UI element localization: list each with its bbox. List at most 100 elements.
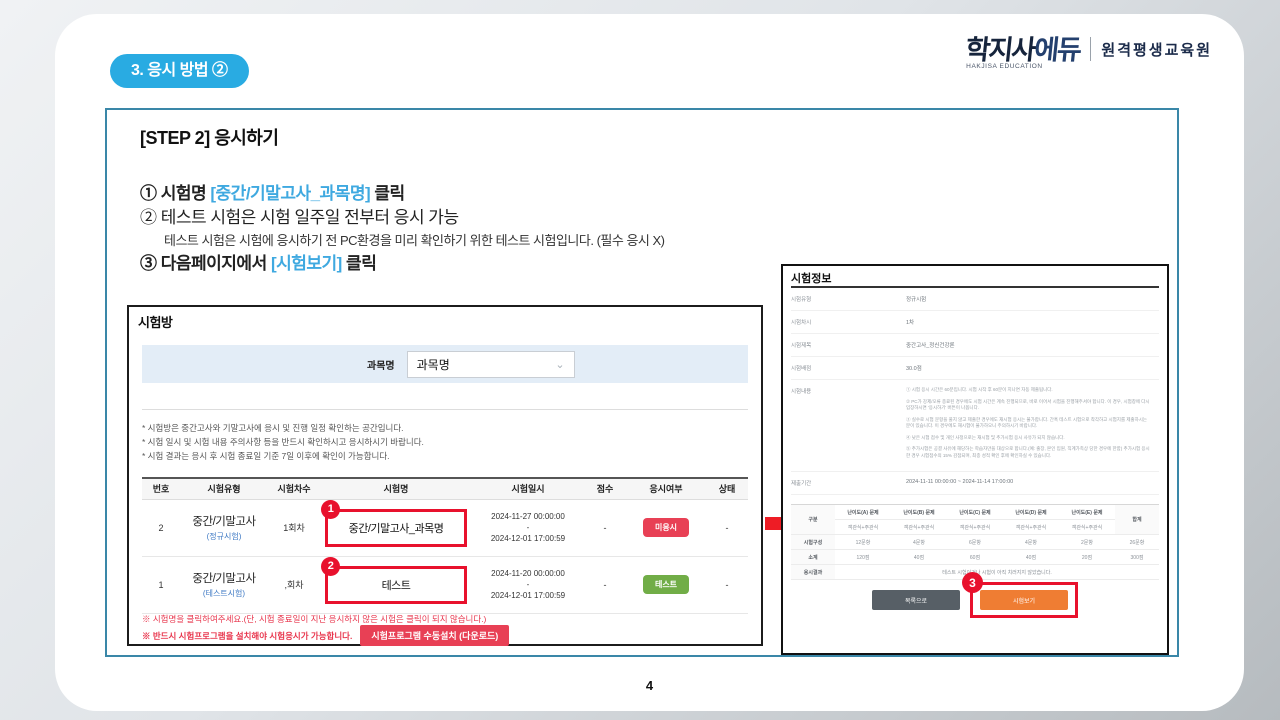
take-exam-highlight-box: 3 시험보기	[970, 582, 1078, 618]
exam-type-sub: (정규시험)	[180, 531, 268, 542]
diff-subheader: 객관식+주관식	[947, 520, 1003, 535]
diff-subheader: 객관식+주관식	[1059, 520, 1115, 535]
instruction-1-prefix: ① 시험명	[140, 184, 210, 203]
instruction-line-1: ① 시험명 [중간/기말고사_과목명] 클릭	[140, 182, 664, 206]
diff-value: 40점	[891, 550, 947, 565]
exam-room-title: 시험방	[138, 312, 172, 331]
diff-value: 60점	[947, 550, 1003, 565]
info-value: 정규시험	[906, 295, 926, 303]
subject-select[interactable]: 과목명 ⌄	[407, 351, 575, 378]
diff-col-a: 난이도(A) 문제	[835, 505, 891, 520]
col-header-status: 응시여부	[626, 478, 706, 499]
diff-group-label: 구분	[791, 505, 835, 535]
diff-row-label: 응시결과	[791, 565, 835, 580]
back-to-list-button[interactable]: 목록으로	[872, 590, 960, 610]
difficulty-row-composition: 시험구성 12문항 4문항 6문항 4문항 2문항 26문항	[791, 535, 1159, 550]
content-paragraph: ② PC가 강제/오류 종료된 경우에도 시험 시간은 계속 진행되므로, 바로…	[906, 399, 1151, 412]
note-line: * 시험 결과는 응시 후 시험 종료일 기준 7일 이후에 확인이 가능합니다…	[142, 449, 748, 463]
diff-total: 300점	[1115, 550, 1159, 565]
cell-score: -	[584, 499, 626, 556]
instruction-3-highlight: [시험보기]	[271, 254, 342, 273]
info-label: 제출기간	[791, 479, 906, 487]
cell-name: 1 중간/기말고사_과목명	[320, 499, 472, 556]
callout-badge-3: 3	[962, 572, 983, 593]
diff-value: 4문항	[1003, 535, 1059, 550]
logo-divider	[1090, 37, 1091, 61]
exam-content-paragraphs: ① 시험 응시 시간은 60분입니다. 시험 시작 후 60분이 지나면 자동 …	[906, 387, 1151, 464]
cell-date: 2024-11-27 00:00:00 - 2024-12-01 17:00:5…	[472, 499, 584, 556]
info-row: 시험차시 1차	[791, 311, 1159, 334]
instructions: ① 시험명 [중간/기말고사_과목명] 클릭 ② 테스트 시험은 시험 일주일 …	[140, 182, 664, 276]
callout-badge-2: 2	[321, 557, 340, 576]
exam-date-end: 2024-12-01 17:00:59	[472, 533, 584, 544]
note-line: * 시험 일시 및 시험 내용 주의사항 등을 반드시 확인하시고 응시하시기 …	[142, 435, 748, 449]
cell-type: 중간/기말고사 (정규시험)	[180, 499, 268, 556]
content-box: [STEP 2] 응시하기 ① 시험명 [중간/기말고사_과목명] 클릭 ② 테…	[105, 108, 1179, 657]
exam-name-text: 테스트	[382, 577, 411, 593]
exam-date-start: 2024-11-20 00:00:00	[472, 568, 584, 579]
info-label: 시험차시	[791, 318, 906, 326]
diff-col-c: 난이도(C) 문제	[947, 505, 1003, 520]
status-badge-test[interactable]: 테스트	[643, 575, 689, 594]
col-header-type: 시험유형	[180, 478, 268, 499]
diff-subheader: 객관식+주관식	[835, 520, 891, 535]
logo-division-name: 원격평생교육원	[1101, 39, 1212, 60]
content-paragraph: ① 시험 응시 시간은 60분입니다. 시험 시작 후 60분이 지나면 자동 …	[906, 387, 1151, 394]
diff-value: 40점	[1003, 550, 1059, 565]
cell-round: ,회차	[268, 556, 320, 613]
col-header-name: 시험명	[320, 478, 472, 499]
cell-state: -	[706, 499, 748, 556]
diff-value: 12문항	[835, 535, 891, 550]
instruction-1-suffix: 클릭	[370, 184, 405, 203]
exam-info-buttons: 목록으로 3 시험보기	[791, 590, 1159, 618]
diff-value: 6문항	[947, 535, 1003, 550]
exam-type: 중간/기말고사	[180, 513, 268, 529]
exam-room-warning-1: ※ 시험명을 클릭하여주세요.(단, 시험 종료일이 지난 응시하지 않은 시험…	[142, 613, 486, 625]
submit-period-value: 2024-11-11 00:00:00 ~ 2024-11-14 17:00:0…	[906, 479, 1013, 487]
exam-room-screenshot: 시험방 과목명 과목명 ⌄ * 시험방은 중간고사와 기말고사에 응시 및 진행…	[127, 305, 763, 646]
diff-value: 2문항	[1059, 535, 1115, 550]
col-header-score: 점수	[584, 478, 626, 499]
instruction-3-prefix: ③ 다음페이지에서	[140, 254, 271, 273]
diff-col-e: 난이도(E) 문제	[1059, 505, 1115, 520]
diff-col-d: 난이도(D) 문제	[1003, 505, 1059, 520]
info-value: 중간고사_정신건강론	[906, 341, 955, 349]
exam-name-link-highlighted[interactable]: 2 테스트	[325, 566, 467, 604]
exam-date-sep: -	[472, 579, 584, 590]
subject-filter-label: 과목명	[367, 357, 395, 372]
exam-date-start: 2024-11-27 00:00:00	[472, 511, 584, 522]
difficulty-subheader-row: 객관식+주관식 객관식+주관식 객관식+주관식 객관식+주관식 객관식+주관식	[791, 520, 1159, 535]
exam-list-table: 번호 시험유형 시험차수 시험명 시험일시 점수 응시여부 상태 2 중간	[142, 477, 748, 614]
status-badge-not-taken[interactable]: 미응시	[643, 518, 689, 537]
col-header-no: 번호	[142, 478, 180, 499]
logo-brand: 학지사에듀 HAKJISA EDUCATION	[966, 28, 1080, 70]
col-header-date: 시험일시	[472, 478, 584, 499]
cell-no: 2	[142, 499, 180, 556]
diff-total-label: 합계	[1115, 505, 1159, 535]
manual-install-button[interactable]: 시험프로그램 수동설치 (다운로드)	[360, 625, 509, 646]
diff-value: 20점	[1059, 550, 1115, 565]
instruction-line-3: ③ 다음페이지에서 [시험보기] 클릭	[140, 252, 664, 276]
cell-status: 미응시	[626, 499, 706, 556]
info-label: 시험내용	[791, 387, 906, 464]
content-paragraph: ④ 낮은 시험 점수 및 개인 사정으로는 재시험 및 추가시험 응시 사유가 …	[906, 435, 1151, 442]
cell-type: 중간/기말고사 (테스트시험)	[180, 556, 268, 613]
exam-name-link-highlighted[interactable]: 1 중간/기말고사_과목명	[325, 509, 467, 547]
take-exam-button[interactable]: 시험보기	[980, 590, 1068, 610]
diff-row-label: 시험구성	[791, 535, 835, 550]
table-row: 1 중간/기말고사 (테스트시험) ,회차 2 테스트	[142, 556, 748, 613]
info-row: 시험배점 30.0점	[791, 357, 1159, 380]
info-row: 시험제목 중간고사_정신건강론	[791, 334, 1159, 357]
instruction-1-highlight: [중간/기말고사_과목명]	[210, 184, 370, 203]
col-header-state: 상태	[706, 478, 748, 499]
cell-name: 2 테스트	[320, 556, 472, 613]
diff-total: 26문항	[1115, 535, 1159, 550]
instruction-line-2-sub: 테스트 시험은 시험에 응시하기 전 PC환경을 미리 확인하기 위한 테스트 …	[140, 230, 664, 252]
subject-select-value: 과목명	[417, 356, 450, 373]
chevron-down-icon: ⌄	[555, 358, 564, 371]
info-value: 30.0점	[906, 364, 922, 372]
diff-value: 4문항	[891, 535, 947, 550]
info-row: 시험유형 정규시험	[791, 288, 1159, 311]
cell-score: -	[584, 556, 626, 613]
info-label: 시험제목	[791, 341, 906, 349]
